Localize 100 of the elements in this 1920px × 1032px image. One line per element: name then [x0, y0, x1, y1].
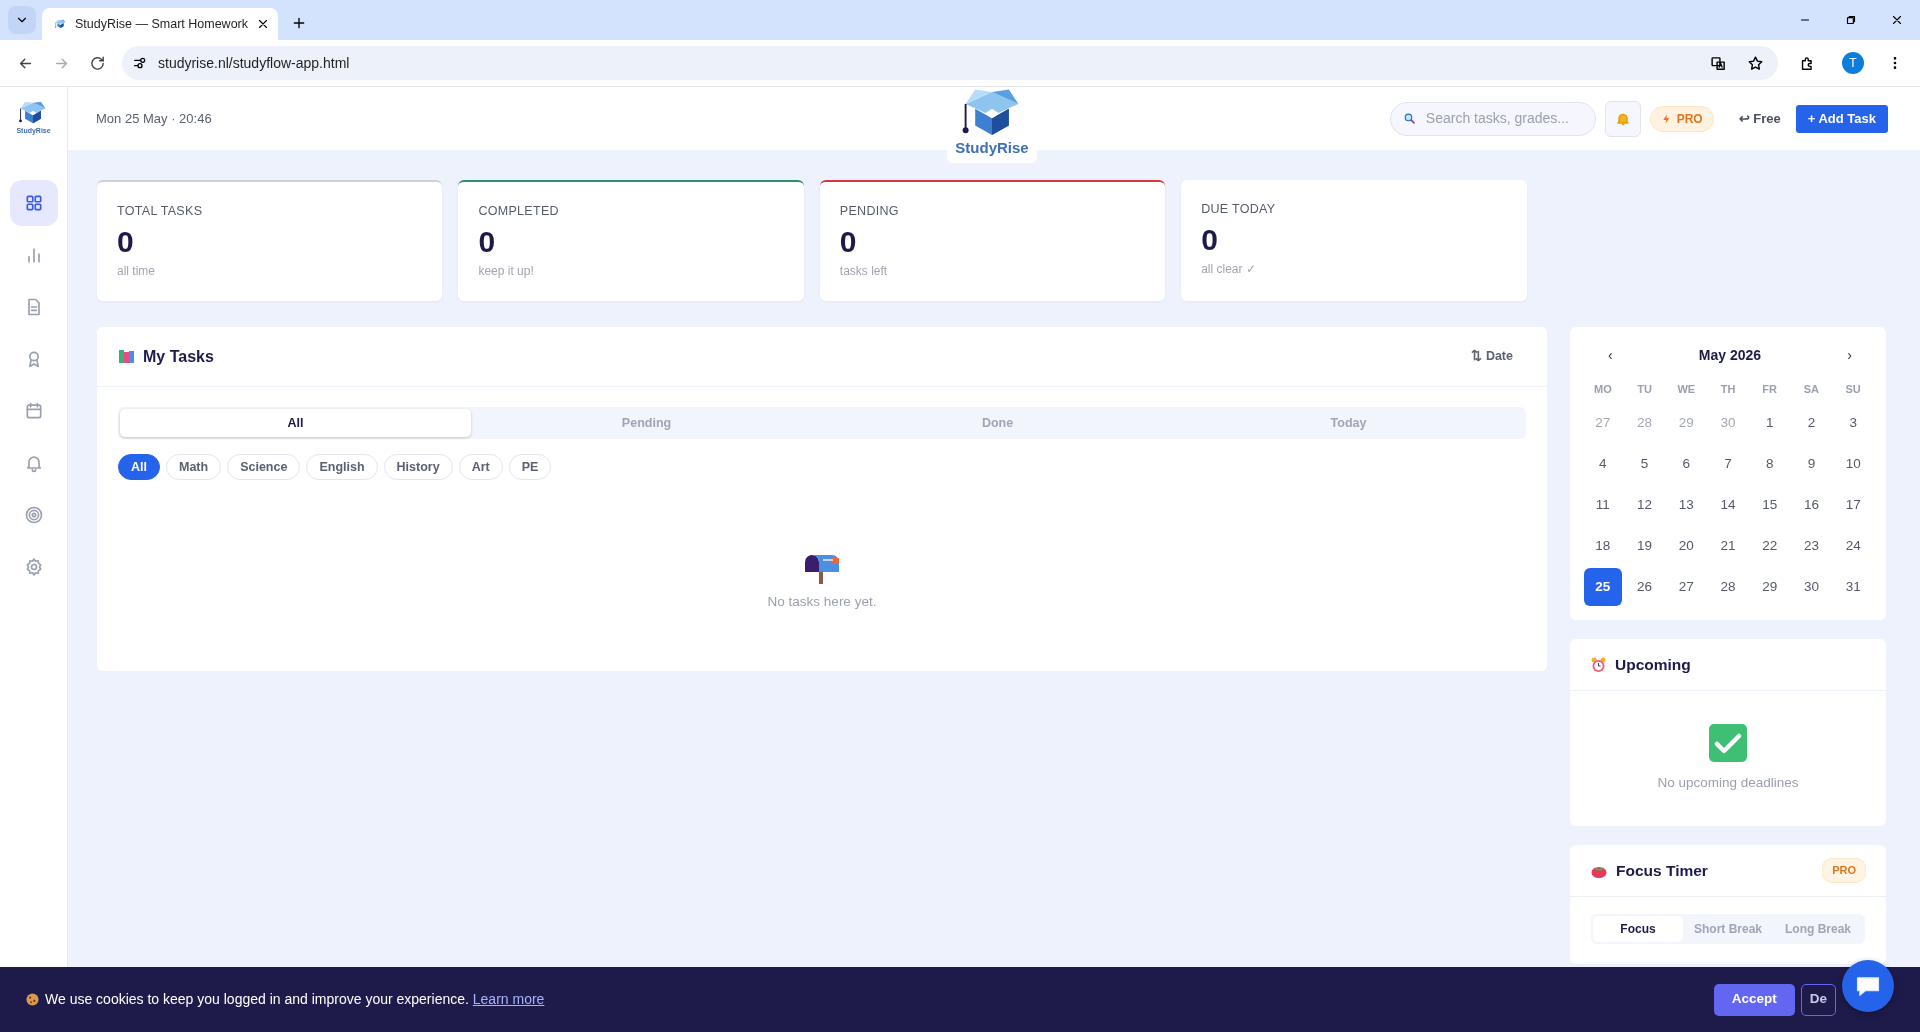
calendar-day[interactable]: 9	[1792, 445, 1831, 483]
weekday-label: MO	[1594, 382, 1612, 397]
stat-caption: all time	[117, 263, 156, 281]
calendar-day[interactable]: 28	[1709, 568, 1747, 606]
subject-chip[interactable]: Science	[227, 454, 301, 480]
reload-icon	[88, 54, 106, 72]
sidebar-nav-button[interactable]	[9, 180, 58, 226]
star-icon	[1747, 54, 1764, 72]
sort-button[interactable]: ⇅ Date	[1465, 346, 1519, 367]
filter-tab[interactable]: All	[120, 409, 471, 437]
decline-button[interactable]: De	[1800, 983, 1836, 1016]
close-tab-button[interactable]	[256, 17, 270, 31]
calendar-day[interactable]: 10	[1834, 445, 1873, 483]
stat-label: PENDING	[839, 203, 900, 220]
calendar-day[interactable]: 13	[1667, 486, 1706, 524]
calendar-day[interactable]: 15	[1750, 486, 1789, 524]
subject-chip[interactable]: All	[118, 454, 160, 480]
subject-chip[interactable]: Art	[458, 454, 503, 480]
calendar-day[interactable]: 16	[1792, 486, 1831, 524]
weekday-label: SA	[1803, 382, 1820, 397]
address-bar-url[interactable]: studyrise.nl/studyflow-app.html	[158, 52, 350, 74]
calendar-day[interactable]: 29	[1750, 568, 1789, 606]
subject-chip[interactable]: Math	[166, 454, 222, 480]
close-icon	[1890, 13, 1904, 27]
calendar-day[interactable]: 11	[1583, 486, 1622, 524]
empty-state-message: No upcoming deadlines	[1657, 774, 1799, 793]
browser-tab[interactable]: StudyRise — Smart Homework	[42, 8, 278, 40]
translate-icon	[1710, 54, 1727, 72]
mailbox-icon	[803, 552, 841, 584]
app-logo[interactable]: StudyRise	[947, 87, 1037, 163]
month-title: May 2026	[1698, 345, 1762, 365]
weekday-label: SU	[1845, 382, 1861, 397]
calendar-day[interactable]: 22	[1750, 527, 1789, 565]
search-field[interactable]: Search tasks, grades...	[1389, 101, 1596, 136]
weekday-label: TU	[1637, 382, 1652, 397]
profile-avatar[interactable]: T	[1842, 52, 1864, 74]
alarm-clock-icon	[1591, 656, 1606, 673]
calendar-day[interactable]: 14	[1709, 486, 1747, 524]
stat-label: COMPLETED	[478, 203, 560, 220]
accept-button[interactable]: Accept	[1713, 983, 1795, 1016]
calendar-day[interactable]: 24	[1834, 527, 1873, 565]
weekday-label: TH	[1720, 382, 1736, 397]
bookmark-button[interactable]	[1747, 54, 1764, 72]
calendar-day[interactable]: 23	[1792, 527, 1831, 565]
stat-value: 0	[839, 224, 858, 260]
add-task-button[interactable]: + Add Task	[1795, 104, 1888, 133]
calendar-day[interactable]: 25	[1583, 568, 1622, 606]
calendar-day[interactable]: 21	[1709, 527, 1747, 565]
calendar-day[interactable]: 26	[1625, 568, 1664, 606]
calendar-day[interactable]: 12	[1625, 486, 1664, 524]
previous-month-button[interactable]: ‹	[1604, 344, 1617, 366]
calendar-day[interactable]: 30	[1792, 568, 1831, 606]
stat-label: DUE TODAY	[1201, 201, 1277, 218]
next-month-button[interactable]: ›	[1843, 344, 1856, 366]
calendar-day[interactable]: 20	[1667, 527, 1706, 565]
checkmark-box-icon	[1708, 723, 1748, 764]
timer-mode-tab[interactable]: Focus	[1593, 916, 1683, 942]
calendar-day[interactable]: 7	[1709, 445, 1747, 483]
search-icon	[1402, 111, 1416, 126]
close-icon	[256, 17, 270, 31]
plus-icon	[291, 15, 307, 31]
favicon-icon	[54, 18, 68, 30]
calendar-day[interactable]: 2	[1792, 404, 1831, 442]
panel-title: My Tasks	[143, 346, 214, 367]
calendar-day[interactable]: 27	[1667, 568, 1706, 606]
calendar-day[interactable]: 3	[1834, 404, 1873, 442]
calendar-day[interactable]: 1	[1750, 404, 1789, 442]
weekday-label: FR	[1762, 382, 1778, 397]
calendar-day[interactable]: 31	[1834, 568, 1873, 606]
stat-caption: keep it up!	[478, 263, 535, 281]
translate-button[interactable]	[1710, 54, 1727, 72]
subject-chip[interactable]: History	[383, 454, 453, 480]
calendar-day[interactable]: 19	[1625, 527, 1664, 565]
site-info-button[interactable]	[132, 55, 148, 71]
card-title: Upcoming	[1615, 654, 1691, 675]
calendar-day[interactable]: 4	[1583, 445, 1622, 483]
tab-list-button[interactable]	[8, 6, 36, 34]
calendar-day[interactable]: 5	[1625, 445, 1664, 483]
books-icon	[119, 349, 135, 364]
restore-icon	[1844, 13, 1858, 27]
calendar-day[interactable]: 8	[1750, 445, 1789, 483]
weekday-label: WE	[1677, 382, 1696, 397]
sliders-icon	[132, 55, 148, 71]
calendar-day[interactable]: 18	[1583, 527, 1622, 565]
card-title: Focus Timer	[1616, 860, 1708, 881]
empty-state-message: No tasks here yet.	[767, 593, 877, 611]
search-input[interactable]: Search tasks, grades...	[1423, 107, 1583, 130]
subject-chip[interactable]: PE	[508, 454, 552, 480]
subject-chip[interactable]: English	[306, 454, 378, 480]
free-plan-link[interactable]: ↩ Free	[1732, 107, 1787, 130]
learn-more-link[interactable]: Learn more	[472, 991, 545, 1007]
stat-label: TOTAL TASKS	[117, 203, 204, 220]
date-time: Mon 25 May · 20:46	[96, 109, 212, 128]
calendar-day[interactable]: 6	[1667, 445, 1706, 483]
calendar-day[interactable]: 17	[1834, 486, 1873, 524]
notifications-button[interactable]	[1604, 100, 1641, 137]
cookie-icon	[26, 993, 39, 1006]
stat-caption: all clear ✓	[1201, 261, 1257, 279]
stat-caption: tasks left	[839, 263, 889, 281]
stat-value: 0	[478, 224, 497, 260]
